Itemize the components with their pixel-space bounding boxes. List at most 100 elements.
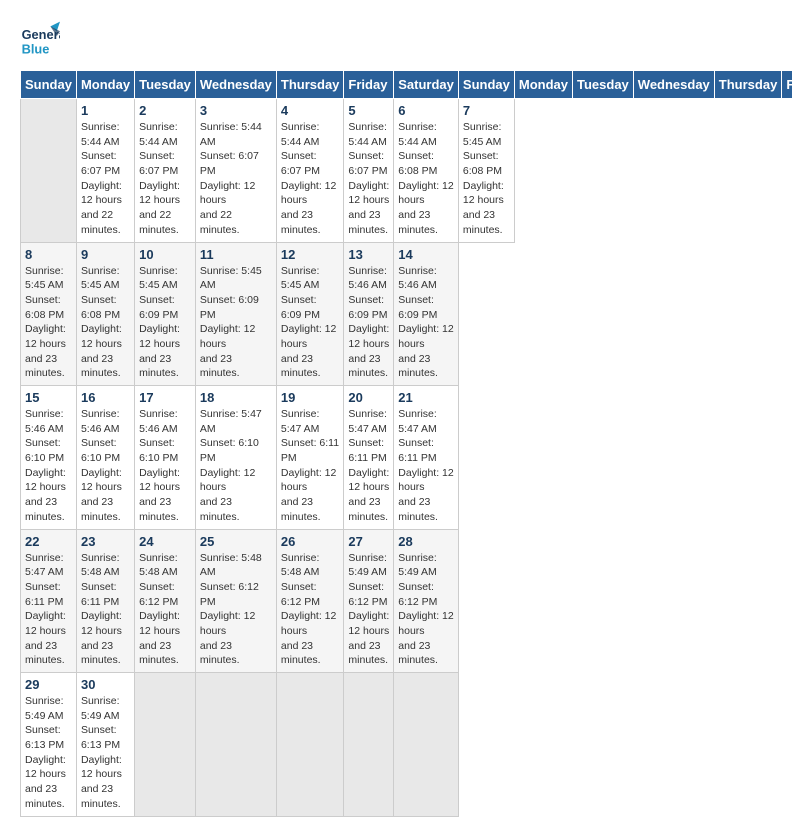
day-info: Sunrise: 5:45 AMSunset: 6:09 PMDaylight:…: [139, 264, 191, 382]
calendar-week-2: 8Sunrise: 5:45 AMSunset: 6:08 PMDaylight…: [21, 242, 792, 386]
calendar-cell: 12Sunrise: 5:45 AMSunset: 6:09 PMDayligh…: [276, 242, 344, 386]
calendar-week-1: 1 Sunrise: 5:44 AMSunset: 6:07 PMDaylight…: [21, 99, 792, 243]
calendar-cell: 18 Sunrise: 5:47 AMSunset: 6:10 PMDayligh…: [195, 386, 276, 530]
day-number: 9: [81, 247, 130, 262]
calendar-cell: 4 Sunrise: 5:44 AMSunset: 6:07 PMDaylight…: [276, 99, 344, 243]
day-info: Sunrise: 5:49 AMSunset: 6:13 PMDaylight:…: [25, 694, 72, 812]
calendar-cell: 10 Sunrise: 5:45 AMSunset: 6:09 PMDayligh…: [135, 242, 196, 386]
calendar-week-5: 29 Sunrise: 5:49 AMSunset: 6:13 PMDayligh…: [21, 673, 792, 817]
calendar-cell: 14Sunrise: 5:46 AMSunset: 6:09 PMDayligh…: [394, 242, 459, 386]
day-info: Sunrise: 5:47 AMSunset: 6:10 PMDaylight:…: [200, 407, 272, 525]
calendar-cell: 21 Sunrise: 5:47 AMSunset: 6:11 PMDayligh…: [394, 386, 459, 530]
day-info: Sunrise: 5:44 AMSunset: 6:07 PMDaylight:…: [281, 120, 340, 238]
header-day-tuesday: Tuesday: [573, 71, 634, 99]
calendar-cell: 16 Sunrise: 5:46 AMSunset: 6:10 PMDayligh…: [76, 386, 134, 530]
calendar-cell: [21, 99, 77, 243]
day-number: 1: [81, 103, 130, 118]
header-day-thursday: Thursday: [714, 71, 782, 99]
calendar-cell: 22 Sunrise: 5:47 AMSunset: 6:11 PMDayligh…: [21, 529, 77, 673]
day-number: 15: [25, 390, 72, 405]
day-info: Sunrise: 5:48 AMSunset: 6:12 PMDaylight:…: [281, 551, 340, 669]
calendar-week-4: 22 Sunrise: 5:47 AMSunset: 6:11 PMDayligh…: [21, 529, 792, 673]
header-monday: Monday: [76, 71, 134, 99]
calendar-cell: 25 Sunrise: 5:48 AMSunset: 6:12 PMDayligh…: [195, 529, 276, 673]
day-number: 27: [348, 534, 389, 549]
header-thursday: Thursday: [276, 71, 344, 99]
day-number: 22: [25, 534, 72, 549]
day-number: 5: [348, 103, 389, 118]
day-number: 26: [281, 534, 340, 549]
day-info: Sunrise: 5:45 AMSunset: 6:09 PMDaylight:…: [281, 264, 340, 382]
calendar-cell: 9 Sunrise: 5:45 AMSunset: 6:08 PMDaylight…: [76, 242, 134, 386]
day-info: Sunrise: 5:49 AMSunset: 6:12 PMDaylight:…: [398, 551, 454, 669]
calendar-cell: 8Sunrise: 5:45 AMSunset: 6:08 PMDaylight…: [21, 242, 77, 386]
day-number: 19: [281, 390, 340, 405]
calendar-cell: 15Sunrise: 5:46 AMSunset: 6:10 PMDayligh…: [21, 386, 77, 530]
day-info: Sunrise: 5:44 AMSunset: 6:08 PMDaylight:…: [398, 120, 454, 238]
day-number: 2: [139, 103, 191, 118]
calendar-cell: [344, 673, 394, 817]
day-number: 7: [463, 103, 510, 118]
day-number: 10: [139, 247, 191, 262]
calendar-cell: 28 Sunrise: 5:49 AMSunset: 6:12 PMDayligh…: [394, 529, 459, 673]
calendar-cell: 19 Sunrise: 5:47 AMSunset: 6:11 PMDayligh…: [276, 386, 344, 530]
day-info: Sunrise: 5:44 AMSunset: 6:07 PMDaylight:…: [139, 120, 191, 238]
header-wednesday: Wednesday: [195, 71, 276, 99]
calendar-cell: 1 Sunrise: 5:44 AMSunset: 6:07 PMDaylight…: [76, 99, 134, 243]
day-info: Sunrise: 5:47 AMSunset: 6:11 PMDaylight:…: [281, 407, 340, 525]
calendar-cell: 30 Sunrise: 5:49 AMSunset: 6:13 PMDayligh…: [76, 673, 134, 817]
calendar-cell: 27 Sunrise: 5:49 AMSunset: 6:12 PMDayligh…: [344, 529, 394, 673]
header-sunday: Sunday: [21, 71, 77, 99]
calendar-cell: 3Sunrise: 5:44 AMSunset: 6:07 PMDaylight…: [195, 99, 276, 243]
calendar-cell: 24Sunrise: 5:48 AMSunset: 6:12 PMDayligh…: [135, 529, 196, 673]
calendar-cell: 2 Sunrise: 5:44 AMSunset: 6:07 PMDaylight…: [135, 99, 196, 243]
svg-text:Blue: Blue: [22, 42, 50, 57]
calendar-cell: [394, 673, 459, 817]
page-header: General Blue: [20, 20, 772, 60]
day-info: Sunrise: 5:45 AMSunset: 6:08 PMDaylight:…: [25, 264, 72, 382]
day-info: Sunrise: 5:47 AMSunset: 6:11 PMDaylight:…: [25, 551, 72, 669]
day-info: Sunrise: 5:45 AMSunset: 6:08 PMDaylight:…: [81, 264, 130, 382]
day-info: Sunrise: 5:44 AMSunset: 6:07 PMDaylight:…: [81, 120, 130, 238]
calendar-header-row: SundayMondayTuesdayWednesdayThursdayFrid…: [21, 71, 792, 99]
header-day-friday: Friday: [782, 71, 792, 99]
calendar-cell: [135, 673, 196, 817]
day-info: Sunrise: 5:45 AMSunset: 6:08 PMDaylight:…: [463, 120, 510, 238]
header-friday: Friday: [344, 71, 394, 99]
day-number: 21: [398, 390, 454, 405]
day-info: Sunrise: 5:49 AMSunset: 6:13 PMDaylight:…: [81, 694, 130, 812]
day-info: Sunrise: 5:48 AMSunset: 6:12 PMDaylight:…: [200, 551, 272, 669]
day-info: Sunrise: 5:46 AMSunset: 6:09 PMDaylight:…: [398, 264, 454, 382]
day-number: 13: [348, 247, 389, 262]
header-day-sunday: Sunday: [458, 71, 514, 99]
calendar-cell: 23Sunrise: 5:48 AMSunset: 6:11 PMDayligh…: [76, 529, 134, 673]
header-day-monday: Monday: [514, 71, 572, 99]
calendar-cell: 20Sunrise: 5:47 AMSunset: 6:11 PMDayligh…: [344, 386, 394, 530]
day-info: Sunrise: 5:44 AMSunset: 6:07 PMDaylight:…: [348, 120, 389, 238]
header-tuesday: Tuesday: [135, 71, 196, 99]
header-saturday: Saturday: [394, 71, 459, 99]
calendar-cell: 7 Sunrise: 5:45 AMSunset: 6:08 PMDaylight…: [458, 99, 514, 243]
day-number: 3: [200, 103, 272, 118]
day-number: 28: [398, 534, 454, 549]
calendar-week-3: 15 Sunrise: 5:46 AMSunset: 6:10 PMDayligh…: [21, 386, 792, 530]
logo-icon: General Blue: [20, 20, 60, 60]
calendar-cell: 11Sunrise: 5:45 AMSunset: 6:09 PMDayligh…: [195, 242, 276, 386]
day-number: 30: [81, 677, 130, 692]
day-number: 25: [200, 534, 272, 549]
day-number: 6: [398, 103, 454, 118]
calendar-table: SundayMondayTuesdayWednesdayThursdayFrid…: [20, 70, 792, 817]
day-number: 29: [25, 677, 72, 692]
day-info: Sunrise: 5:49 AMSunset: 6:12 PMDaylight:…: [348, 551, 389, 669]
day-number: 16: [81, 390, 130, 405]
day-info: Sunrise: 5:47 AMSunset: 6:11 PMDaylight:…: [348, 407, 389, 525]
day-number: 24: [139, 534, 191, 549]
calendar-cell: 5 Sunrise: 5:44 AMSunset: 6:07 PMDaylight…: [344, 99, 394, 243]
day-number: 4: [281, 103, 340, 118]
day-info: Sunrise: 5:46 AMSunset: 6:10 PMDaylight:…: [81, 407, 130, 525]
day-number: 18: [200, 390, 272, 405]
day-info: Sunrise: 5:47 AMSunset: 6:11 PMDaylight:…: [398, 407, 454, 525]
day-info: Sunrise: 5:45 AMSunset: 6:09 PMDaylight:…: [200, 264, 272, 382]
day-number: 17: [139, 390, 191, 405]
day-info: Sunrise: 5:48 AMSunset: 6:11 PMDaylight:…: [81, 551, 130, 669]
